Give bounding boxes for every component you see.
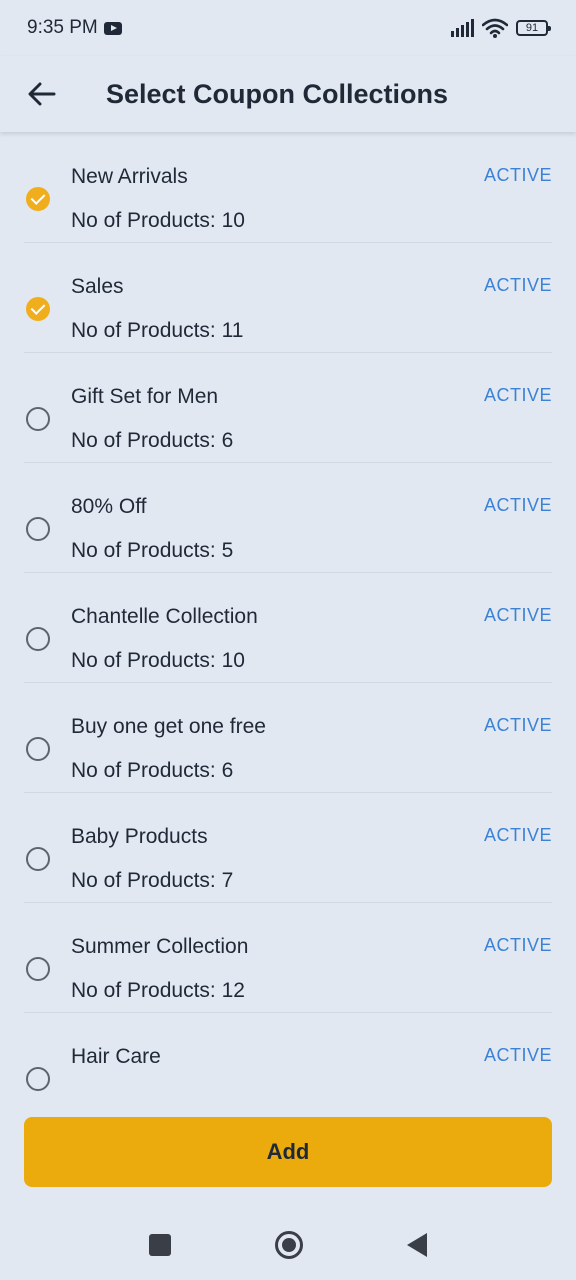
add-button[interactable]: Add <box>24 1117 552 1187</box>
battery-icon: 91 <box>516 20 551 36</box>
collection-name: Buy one get one free <box>71 715 266 738</box>
collection-name: Summer Collection <box>71 935 249 958</box>
wifi-icon <box>482 18 508 38</box>
status-badge: ACTIVE <box>483 715 552 735</box>
status-badge: ACTIVE <box>483 165 552 185</box>
back-button[interactable] <box>22 74 62 114</box>
product-count: No of Products: 7 <box>71 869 234 892</box>
circle-outline-icon[interactable] <box>26 627 50 651</box>
check-circle-icon[interactable] <box>26 187 50 211</box>
collection-item[interactable]: 80% Off No of Products: 5 ACTIVE <box>24 463 552 573</box>
status-badge: ACTIVE <box>483 385 552 405</box>
product-count: No of Products: 6 <box>71 429 234 452</box>
status-badge: ACTIVE <box>483 1045 552 1065</box>
circle-outline-icon[interactable] <box>26 407 50 431</box>
product-count: No of Products: 5 <box>71 539 234 562</box>
system-back-icon[interactable] <box>407 1233 427 1257</box>
status-badge: ACTIVE <box>483 935 552 955</box>
page-title: Select Coupon Collections <box>106 78 449 109</box>
circle-outline-icon[interactable] <box>26 517 50 541</box>
arrow-left-icon <box>28 82 56 106</box>
collection-item[interactable]: Buy one get one free No of Products: 6 A… <box>24 683 552 793</box>
collection-name: Hair Care <box>71 1045 161 1068</box>
collection-item[interactable]: Sales No of Products: 11 ACTIVE <box>24 243 552 353</box>
circle-outline-icon[interactable] <box>26 847 50 871</box>
recent-apps-icon[interactable] <box>149 1234 171 1256</box>
collection-item[interactable]: Hair Care ACTIVE <box>24 1013 552 1093</box>
collection-name: Gift Set for Men <box>71 385 219 408</box>
product-count: No of Products: 6 <box>71 759 234 782</box>
collection-item[interactable]: Gift Set for Men No of Products: 6 ACTIV… <box>24 353 552 463</box>
system-nav-bar <box>0 1210 576 1280</box>
collection-name: Chantelle Collection <box>71 605 258 628</box>
collection-name: 80% Off <box>71 495 147 518</box>
status-left: 9:35 PM <box>27 17 122 39</box>
product-count: No of Products: 11 <box>71 319 244 342</box>
status-badge: ACTIVE <box>483 275 552 295</box>
circle-outline-icon[interactable] <box>26 957 50 981</box>
product-count: No of Products: 10 <box>71 209 245 232</box>
home-icon[interactable] <box>275 1231 303 1259</box>
product-count: No of Products: 10 <box>71 649 245 672</box>
status-badge: ACTIVE <box>483 825 552 845</box>
youtube-notification-icon <box>103 21 122 35</box>
collection-item[interactable]: Summer Collection No of Products: 12 ACT… <box>24 903 552 1013</box>
collection-name: New Arrivals <box>71 165 188 188</box>
collection-item[interactable]: Baby Products No of Products: 7 ACTIVE <box>24 793 552 903</box>
signal-icon <box>451 19 474 37</box>
collection-list[interactable]: New Arrivals No of Products: 10 ACTIVE S… <box>24 133 552 1093</box>
status-right: 91 <box>451 18 551 38</box>
status-badge: ACTIVE <box>483 495 552 515</box>
status-badge: ACTIVE <box>483 605 552 625</box>
collection-item[interactable]: New Arrivals No of Products: 10 ACTIVE <box>24 133 552 243</box>
collection-name: Baby Products <box>71 825 208 848</box>
circle-outline-icon[interactable] <box>26 737 50 761</box>
collection-name: Sales <box>71 275 124 298</box>
circle-outline-icon[interactable] <box>26 1067 50 1091</box>
collection-item[interactable]: Chantelle Collection No of Products: 10 … <box>24 573 552 683</box>
check-circle-icon[interactable] <box>26 297 50 321</box>
status-time: 9:35 PM <box>27 17 98 38</box>
status-bar: 9:35 PM 91 <box>0 0 576 56</box>
product-count: No of Products: 12 <box>71 979 245 1002</box>
app-bar: Select Coupon Collections <box>0 56 576 132</box>
